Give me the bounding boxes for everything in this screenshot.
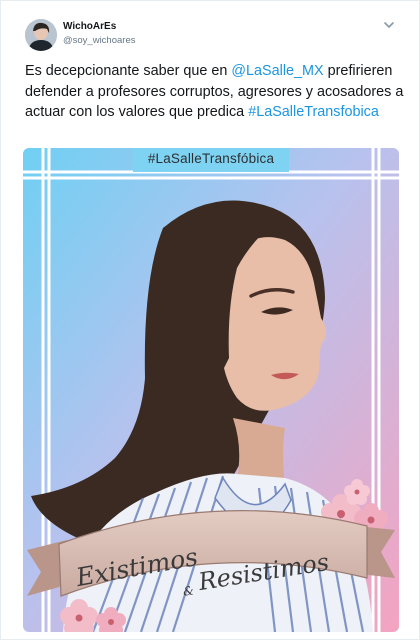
mention-link[interactable]: @LaSalle_MX [231,63,323,79]
username-handle[interactable]: @soy_wichoares [63,35,135,46]
avatar[interactable] [25,19,57,51]
ribbon-text-ampersand: & [182,583,195,599]
illustration [23,148,399,632]
chevron-down-icon[interactable] [381,17,397,33]
display-name[interactable]: WichoArEs [63,21,116,32]
image-banner-text: #LaSalleTransfóbica [147,151,275,166]
tweet-card: WichoArEs @soy_wichoares Es decepcionant… [0,0,420,640]
hashtag-link[interactable]: #LaSalleTransfobica [248,104,379,120]
tweet-text: Es decepcionante saber que en @LaSalle_M… [25,61,409,123]
tweet-image[interactable] [23,148,399,632]
tweet-text-part: Es decepcionante saber que en [25,63,232,79]
avatar-image [25,19,57,51]
